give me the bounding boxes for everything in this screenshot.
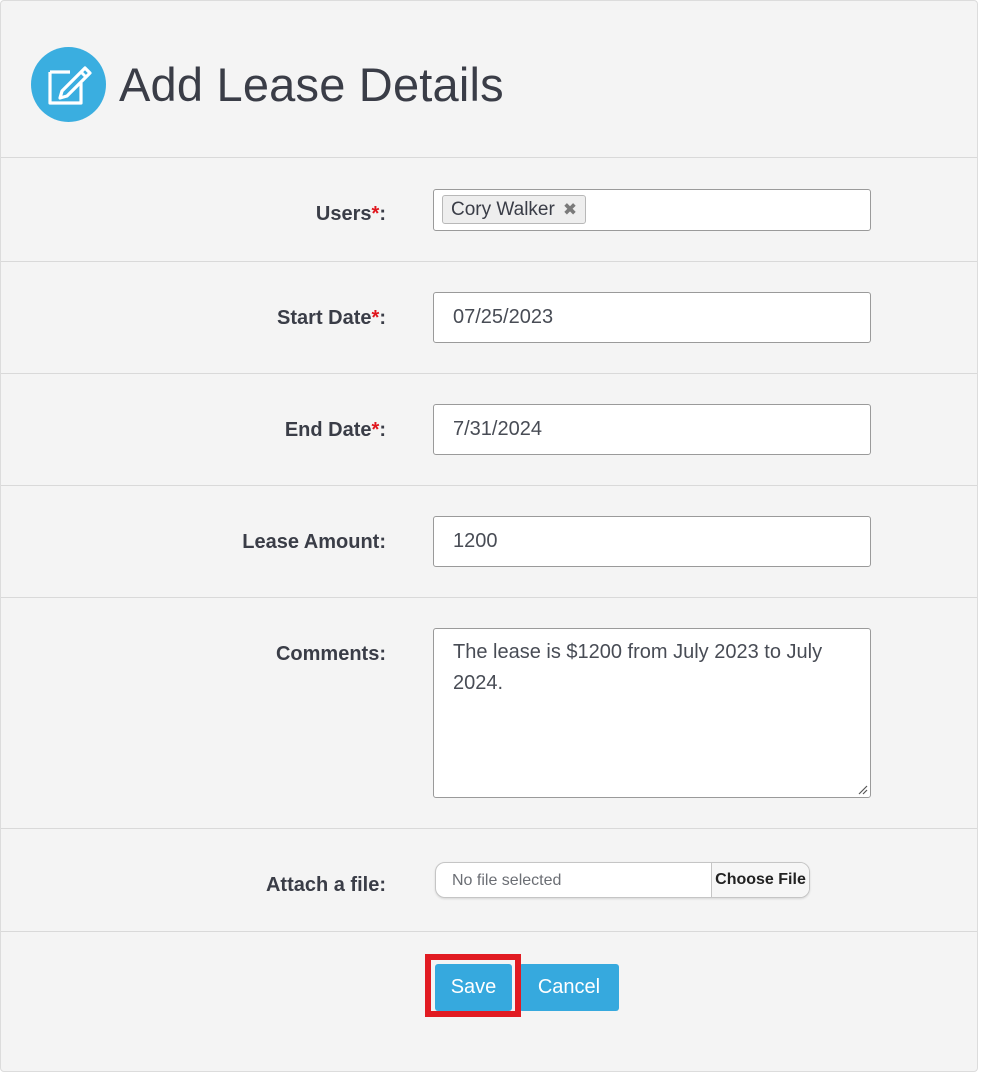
end-date-label: End Date*: — [284, 419, 386, 441]
lease-amount-input[interactable]: 1200 — [433, 516, 871, 567]
start-date-input[interactable]: 07/25/2023 — [433, 292, 871, 343]
lease-form-panel: Add Lease Details Users*: Cory Walker ✖ … — [0, 0, 978, 1072]
comments-row: Comments: The lease is $1200 from July 2… — [1, 598, 977, 829]
remove-user-icon[interactable]: ✖ — [563, 200, 577, 220]
resize-handle-icon[interactable] — [856, 783, 868, 795]
lease-amount-label: Lease Amount: — [242, 531, 386, 553]
users-label: Users*: — [315, 203, 386, 225]
users-row: Users*: Cory Walker ✖ — [1, 158, 977, 262]
save-button[interactable]: Save — [435, 964, 512, 1011]
form-header: Add Lease Details — [1, 1, 977, 158]
attach-file-label: Attach a file: — [265, 874, 386, 896]
end-date-input[interactable]: 7/31/2024 — [433, 404, 871, 455]
comments-label: Comments: — [275, 643, 386, 665]
end-date-row: End Date*: 7/31/2024 — [1, 374, 977, 486]
start-date-row: Start Date*: 07/25/2023 — [1, 262, 977, 374]
start-date-value: 07/25/2023 — [453, 306, 554, 328]
page-title: Add Lease Details — [119, 58, 504, 111]
comments-value: The lease is $1200 from July 2023 to Jul… — [453, 641, 823, 694]
choose-file-button[interactable]: Choose File — [711, 863, 809, 897]
lease-amount-value: 1200 — [453, 530, 498, 552]
lease-amount-row: Lease Amount: 1200 — [1, 486, 977, 598]
edit-icon — [31, 47, 106, 122]
start-date-label: Start Date*: — [277, 307, 386, 329]
file-input[interactable]: No file selected Choose File — [435, 862, 810, 898]
end-date-value: 7/31/2024 — [453, 418, 542, 440]
user-tag-label: Cory Walker — [451, 198, 555, 220]
cancel-button[interactable]: Cancel — [519, 964, 619, 1011]
users-select[interactable]: Cory Walker ✖ — [433, 189, 871, 231]
file-status: No file selected — [452, 872, 562, 889]
attach-file-row: Attach a file: No file selected Choose F… — [1, 829, 977, 932]
user-tag: Cory Walker ✖ — [442, 195, 587, 224]
comments-textarea[interactable]: The lease is $1200 from July 2023 to Jul… — [433, 628, 871, 798]
